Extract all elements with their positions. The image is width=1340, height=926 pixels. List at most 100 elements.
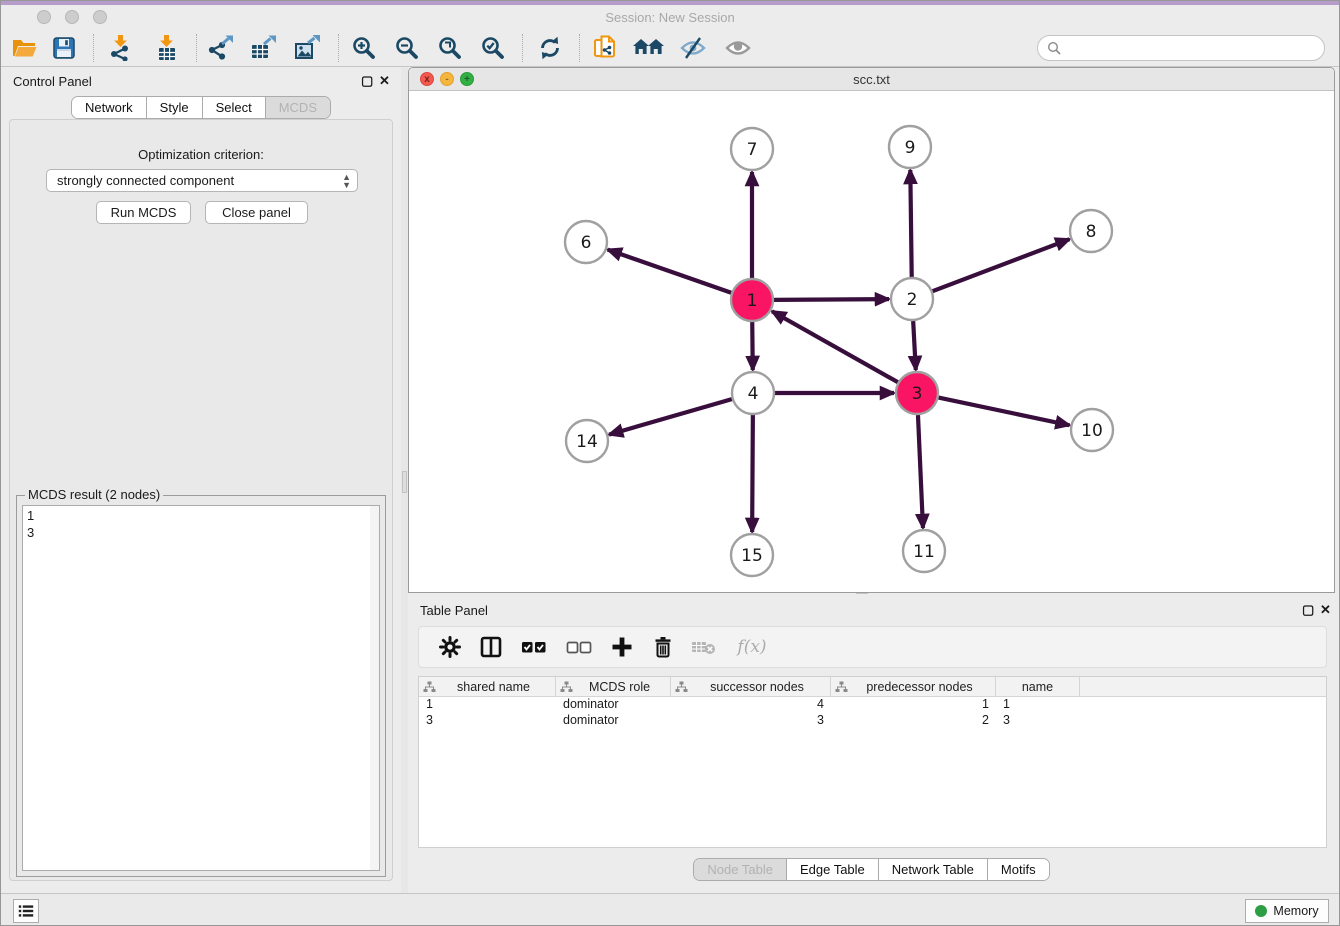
import-network-button[interactable] xyxy=(104,33,138,63)
column-header-successor-nodes[interactable]: successor nodes xyxy=(671,677,831,696)
graph-node-14[interactable]: 14 xyxy=(566,420,608,462)
open-folder-icon xyxy=(11,35,37,61)
optimization-criterion-label: Optimization criterion: xyxy=(10,147,392,162)
graph-node-8[interactable]: 8 xyxy=(1070,210,1112,252)
zoom-out-button[interactable] xyxy=(390,33,424,63)
memory-label: Memory xyxy=(1273,904,1318,918)
node-table[interactable]: shared name MCDS role successor nodes pr… xyxy=(418,676,1327,848)
memory-button[interactable]: Memory xyxy=(1245,899,1329,923)
new-network-from-selection-button[interactable] xyxy=(589,33,623,63)
criterion-select[interactable]: strongly connected component ▲▼ xyxy=(46,169,358,192)
trash-icon xyxy=(652,636,674,658)
export-network-button[interactable] xyxy=(203,33,237,63)
column-header-mcds-role[interactable]: MCDS role xyxy=(556,677,671,696)
cell-shared-name: 3 xyxy=(419,713,556,729)
edge-2-to-9[interactable] xyxy=(910,170,911,277)
network-canvas[interactable]: 7 9 6 8 1 2 4 3 14 10 15 11 xyxy=(409,91,1334,592)
refresh-view-button[interactable] xyxy=(533,33,567,63)
list-icon xyxy=(18,904,34,918)
show-elements-button[interactable] xyxy=(721,33,755,63)
search-input[interactable] xyxy=(1037,35,1325,61)
add-column-button[interactable] xyxy=(609,634,635,660)
graph-node-2[interactable]: 2 xyxy=(891,278,933,320)
close-panel-button[interactable]: Close panel xyxy=(205,201,308,224)
tab-node-table[interactable]: Node Table xyxy=(694,859,786,880)
float-table-panel-icon[interactable]: ▢ xyxy=(1302,602,1314,618)
window-titlebar[interactable]: Session: New Session xyxy=(1,5,1339,29)
zoom-selected-icon xyxy=(480,35,506,61)
import-network-icon xyxy=(107,35,135,61)
home-networks-button[interactable] xyxy=(632,33,666,63)
mcds-result-text[interactable]: 1 3 xyxy=(22,505,380,871)
criterion-value: strongly connected component xyxy=(57,173,234,188)
column-header-name[interactable]: name xyxy=(996,677,1080,696)
open-file-button[interactable] xyxy=(7,33,41,63)
graph-node-7[interactable]: 7 xyxy=(731,128,773,170)
tab-style[interactable]: Style xyxy=(146,97,202,118)
edge-2-to-8[interactable] xyxy=(933,239,1070,291)
mcds-result-title: MCDS result (2 nodes) xyxy=(25,487,163,502)
function-builder-button[interactable]: f(x) xyxy=(732,634,772,660)
hide-elements-button[interactable] xyxy=(676,33,710,63)
result-scrollbar[interactable] xyxy=(370,506,379,870)
graph-node-6[interactable]: 6 xyxy=(565,221,607,263)
graph-node-1[interactable]: 1 xyxy=(731,279,773,321)
float-panel-icon[interactable]: ▢ xyxy=(361,73,373,89)
edge-3-to-11[interactable] xyxy=(918,415,923,528)
control-panel-tabbar: Network Style Select MCDS xyxy=(71,96,331,119)
tab-network[interactable]: Network xyxy=(72,97,146,118)
toolbar-separator xyxy=(196,34,197,62)
run-mcds-button[interactable]: Run MCDS xyxy=(96,201,191,224)
graph-node-11[interactable]: 11 xyxy=(903,530,945,572)
node-label-7: 7 xyxy=(747,140,758,160)
network-window-titlebar[interactable]: x - + scc.txt xyxy=(409,68,1334,91)
close-panel-icon[interactable]: ✕ xyxy=(379,73,390,89)
edge-3-to-1[interactable] xyxy=(772,311,898,382)
graph-node-9[interactable]: 9 xyxy=(889,126,931,168)
vertical-splitter[interactable] xyxy=(401,67,408,893)
toolbar-separator xyxy=(522,34,523,62)
edge-1-to-6[interactable] xyxy=(608,250,732,293)
close-table-panel-icon[interactable]: ✕ xyxy=(1320,602,1331,618)
tree-icon xyxy=(423,681,436,693)
deselect-all-button[interactable] xyxy=(564,634,594,660)
import-table-button[interactable] xyxy=(150,33,184,63)
node-label-4: 4 xyxy=(748,384,759,404)
graph-node-3[interactable]: 3 xyxy=(896,372,938,414)
edge-4-to-15[interactable] xyxy=(752,415,753,532)
edge-2-to-3[interactable] xyxy=(913,321,916,370)
zoom-fit-button[interactable] xyxy=(433,33,467,63)
edge-1-to-4[interactable] xyxy=(752,322,753,370)
memory-status-icon xyxy=(1255,905,1267,917)
delete-table-button[interactable] xyxy=(691,634,717,660)
toolbar-separator xyxy=(338,34,339,62)
tab-select[interactable]: Select xyxy=(202,97,265,118)
save-session-button[interactable] xyxy=(47,33,81,63)
export-table-button[interactable] xyxy=(246,33,280,63)
delete-column-button[interactable] xyxy=(650,634,676,660)
tab-motifs[interactable]: Motifs xyxy=(987,859,1049,880)
task-list-button[interactable] xyxy=(13,899,39,923)
graph-node-4[interactable]: 4 xyxy=(732,372,774,414)
toggle-column-view-button[interactable] xyxy=(478,634,504,660)
edge-3-to-10[interactable] xyxy=(939,398,1070,426)
zoom-in-button[interactable] xyxy=(347,33,381,63)
edge-4-to-14[interactable] xyxy=(609,399,732,435)
column-header-predecessor-nodes[interactable]: predecessor nodes xyxy=(831,677,996,696)
graph-node-15[interactable]: 15 xyxy=(731,534,773,576)
splitter-handle[interactable] xyxy=(402,471,407,493)
export-image-button[interactable] xyxy=(290,33,324,63)
tab-edge-table[interactable]: Edge Table xyxy=(786,859,878,880)
zoom-selected-button[interactable] xyxy=(476,33,510,63)
tab-mcds[interactable]: MCDS xyxy=(265,97,330,118)
edge-1-to-2[interactable] xyxy=(774,299,889,300)
checked-boxes-icon xyxy=(521,639,547,655)
column-header-shared-name[interactable]: shared name xyxy=(419,677,556,696)
table-row[interactable]: 3 dominator 3 2 3 xyxy=(419,713,1326,729)
select-all-button[interactable] xyxy=(519,634,549,660)
table-settings-button[interactable] xyxy=(437,634,463,660)
tree-icon xyxy=(675,681,688,693)
table-row[interactable]: 1 dominator 4 1 1 xyxy=(419,697,1326,713)
tab-network-table[interactable]: Network Table xyxy=(878,859,987,880)
graph-node-10[interactable]: 10 xyxy=(1071,409,1113,451)
